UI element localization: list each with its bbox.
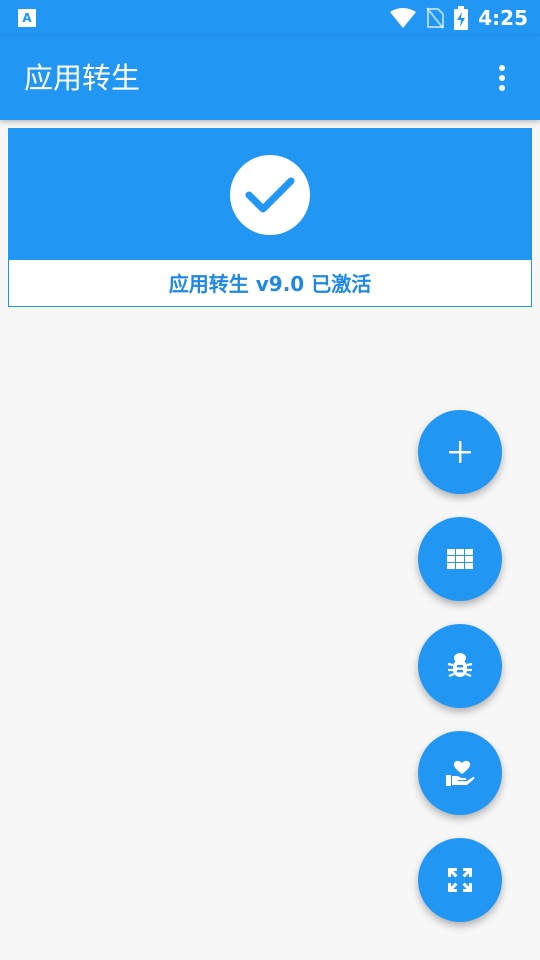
page-title: 应用转生 — [24, 61, 141, 95]
plus-icon — [449, 441, 471, 463]
status-bar: A 4:25 — [0, 0, 540, 36]
no-sim-icon — [426, 7, 445, 29]
check-icon — [245, 177, 295, 212]
activation-status-text: 应用转生 v9.0 已激活 — [168, 272, 372, 296]
debug-button[interactable] — [418, 624, 502, 708]
add-button[interactable] — [418, 410, 502, 494]
grid-icon — [447, 549, 473, 569]
bug-icon — [447, 653, 473, 678]
status-time: 4:25 — [478, 6, 528, 30]
svg-text:A: A — [22, 11, 32, 25]
battery-charging-icon — [454, 6, 469, 30]
wifi-icon — [390, 8, 417, 28]
overflow-menu-button[interactable] — [478, 54, 526, 102]
activation-status-card[interactable]: 应用转生 v9.0 已激活 — [8, 128, 532, 307]
expand-icon — [448, 868, 472, 892]
expand-button[interactable] — [418, 838, 502, 922]
text-a-icon: A — [18, 9, 36, 27]
more-vert-icon — [499, 65, 505, 91]
status-card-header — [9, 129, 531, 260]
heart-hand-icon — [446, 760, 475, 786]
donate-button[interactable] — [418, 731, 502, 815]
apps-grid-button[interactable] — [418, 517, 502, 601]
check-badge — [230, 154, 310, 235]
app-bar: 应用转生 — [0, 36, 540, 120]
